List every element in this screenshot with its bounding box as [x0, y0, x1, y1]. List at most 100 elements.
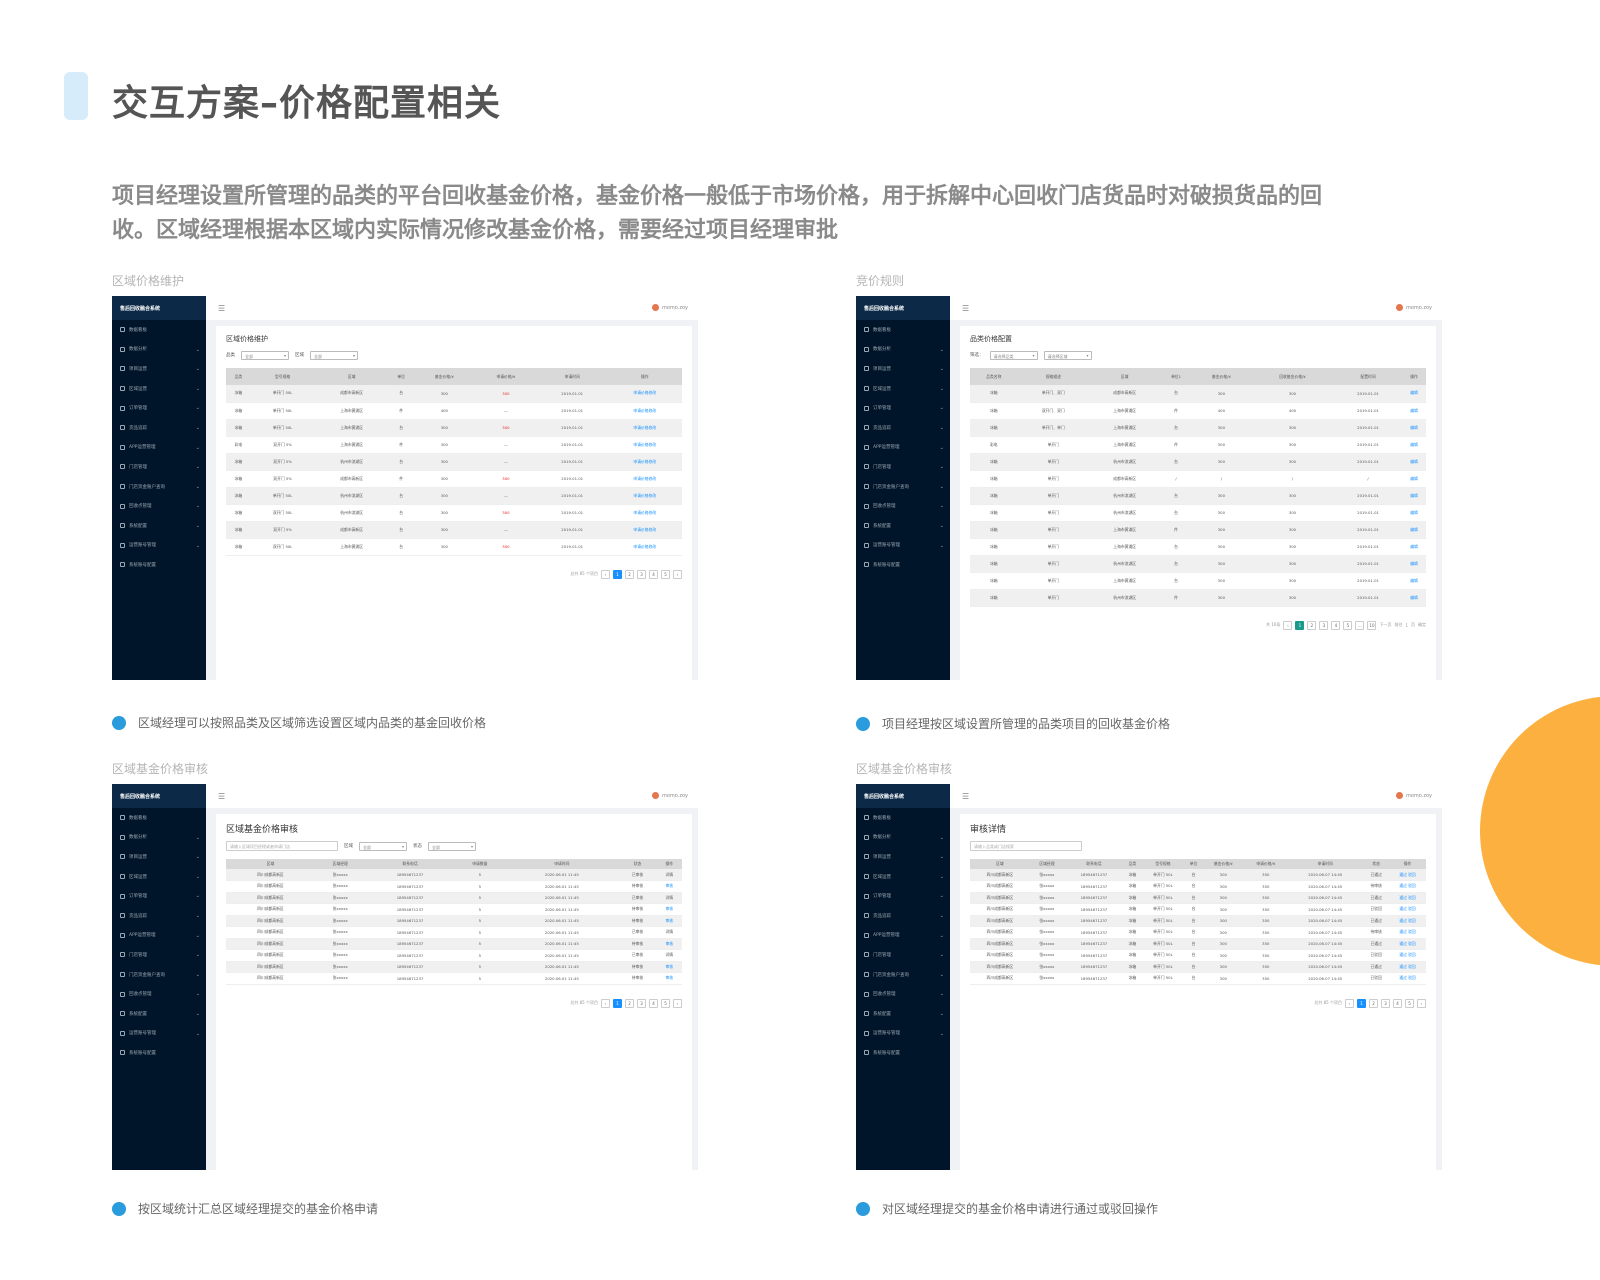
- sidebar-item[interactable]: 门店资金账户查询 ⌄: [856, 965, 950, 985]
- pager-extra[interactable]: 确定: [1418, 622, 1426, 628]
- row-action-link[interactable]: 编辑: [1402, 538, 1426, 556]
- sidebar-item[interactable]: 数据分析 ⌄: [112, 340, 206, 360]
- sidebar-item[interactable]: 订单管理 ⌄: [112, 886, 206, 906]
- sidebar-item[interactable]: APP运营管理 ⌄: [856, 438, 950, 458]
- filter-select[interactable]: 请选择品类: [989, 350, 1038, 360]
- sidebar-item[interactable]: 运营账号管理 ⌄: [112, 536, 206, 556]
- filter-select[interactable]: 全部: [428, 841, 476, 851]
- row-action-link[interactable]: 通过 驳回: [1389, 938, 1426, 950]
- row-action-link[interactable]: 申请价格修改: [607, 538, 682, 556]
- sidebar-item[interactable]: 项目运营 ⌄: [112, 847, 206, 867]
- row-action-link[interactable]: 详情: [656, 926, 682, 939]
- row-action-link[interactable]: 通过 驳回: [1389, 869, 1426, 881]
- page-button[interactable]: 2: [1369, 998, 1378, 1008]
- page-button[interactable]: 5: [661, 569, 670, 579]
- sidebar-item[interactable]: 数据看板: [856, 808, 950, 828]
- row-action-link[interactable]: 编辑: [1402, 385, 1426, 403]
- row-action-link[interactable]: 审核: [656, 972, 682, 985]
- row-action-link[interactable]: 审核: [656, 938, 682, 950]
- row-action-link[interactable]: 编辑: [1402, 436, 1426, 454]
- sidebar-item[interactable]: 订单管理 ⌄: [856, 886, 950, 906]
- page-button[interactable]: 3: [637, 569, 646, 579]
- sidebar-item[interactable]: 系统配置 ⌄: [112, 516, 206, 536]
- row-action-link[interactable]: 审核: [656, 915, 682, 927]
- sidebar-item[interactable]: 回收点管理 ⌄: [112, 496, 206, 516]
- page-button[interactable]: 2: [1307, 620, 1317, 630]
- menu-toggle-icon[interactable]: ☰: [218, 304, 225, 313]
- page-button[interactable]: 4: [1393, 998, 1402, 1008]
- sidebar-item[interactable]: 系统配置 ⌄: [856, 516, 950, 536]
- row-action-link[interactable]: 申请价格修改: [607, 470, 682, 488]
- row-action-link[interactable]: 申请价格修改: [607, 487, 682, 505]
- row-action-link[interactable]: 申请价格修改: [607, 385, 682, 403]
- prev-page-button[interactable]: ‹: [1283, 620, 1293, 630]
- sidebar-item[interactable]: 系统账号配置: [112, 1043, 206, 1063]
- row-action-link[interactable]: 申请价格修改: [607, 419, 682, 437]
- sidebar-item[interactable]: 运营账号管理 ⌄: [856, 536, 950, 556]
- sidebar-item[interactable]: 门店管理 ⌄: [112, 457, 206, 477]
- row-action-link[interactable]: 编辑: [1402, 470, 1426, 488]
- sidebar-item[interactable]: 项目运营 ⌄: [856, 847, 950, 867]
- pager-extra[interactable]: 前往: [1394, 622, 1402, 628]
- sidebar-item[interactable]: 区域运营 ⌄: [856, 867, 950, 887]
- row-action-link[interactable]: 通过 驳回: [1389, 949, 1426, 962]
- page-button[interactable]: 1: [1295, 620, 1305, 630]
- filter-select[interactable]: 全部: [241, 350, 289, 360]
- page-button[interactable]: 1: [613, 569, 622, 579]
- sidebar-item[interactable]: APP运营管理 ⌄: [112, 438, 206, 458]
- row-action-link[interactable]: 详情: [656, 949, 682, 962]
- sidebar-item[interactable]: 数据看板: [112, 320, 206, 340]
- sidebar-item[interactable]: 数据分析 ⌄: [856, 340, 950, 360]
- sidebar-item[interactable]: 区域运营 ⌄: [112, 379, 206, 399]
- sidebar-item[interactable]: 数据分析 ⌄: [112, 828, 206, 848]
- filter-select[interactable]: 全部: [310, 350, 358, 360]
- pager-extra[interactable]: 下一页: [1379, 622, 1391, 628]
- row-action-link[interactable]: 通过 驳回: [1389, 892, 1426, 904]
- sidebar-item[interactable]: 门店资金账户查询 ⌄: [112, 477, 206, 497]
- next-page-button[interactable]: ›: [1417, 998, 1426, 1008]
- row-action-link[interactable]: 审核: [656, 961, 682, 973]
- filter-select[interactable]: 请选择区域: [1043, 350, 1092, 360]
- sidebar-item[interactable]: 项目运营 ⌄: [856, 359, 950, 379]
- search-input[interactable]: 请输入品类或门店搜索: [970, 841, 1082, 851]
- row-action-link[interactable]: 通过 驳回: [1389, 972, 1426, 985]
- row-action-link[interactable]: 申请价格修改: [607, 436, 682, 454]
- sidebar-item[interactable]: 货品追踪 ⌄: [856, 418, 950, 438]
- page-button[interactable]: 3: [637, 998, 646, 1008]
- sidebar-item[interactable]: 系统账号配置: [856, 1043, 950, 1063]
- sidebar-item[interactable]: 数据分析 ⌄: [856, 828, 950, 848]
- sidebar-item[interactable]: 门店管理 ⌄: [112, 945, 206, 965]
- page-button[interactable]: 1: [613, 998, 622, 1008]
- sidebar-item[interactable]: 门店管理 ⌄: [856, 457, 950, 477]
- row-action-link[interactable]: 通过 驳回: [1389, 961, 1426, 973]
- page-button[interactable]: 3: [1381, 998, 1390, 1008]
- pager-extra[interactable]: 1: [1405, 623, 1408, 628]
- page-button[interactable]: 4: [1331, 620, 1341, 630]
- row-action-link[interactable]: 编辑: [1402, 504, 1426, 522]
- menu-toggle-icon[interactable]: ☰: [962, 304, 969, 313]
- page-button[interactable]: 5: [661, 998, 670, 1008]
- sidebar-item[interactable]: 系统账号配置: [856, 555, 950, 575]
- row-action-link[interactable]: 编辑: [1402, 521, 1426, 539]
- row-action-link[interactable]: 通过 驳回: [1389, 880, 1426, 893]
- page-button[interactable]: 4: [649, 998, 658, 1008]
- row-action-link[interactable]: 编辑: [1402, 555, 1426, 573]
- sidebar-item[interactable]: APP运营管理 ⌄: [112, 926, 206, 946]
- sidebar-item[interactable]: 区域运营 ⌄: [856, 379, 950, 399]
- row-action-link[interactable]: 编辑: [1402, 453, 1426, 471]
- sidebar-item[interactable]: 运营账号管理 ⌄: [856, 1024, 950, 1044]
- row-action-link[interactable]: 通过 驳回: [1389, 926, 1426, 939]
- search-input[interactable]: 请输入区域项目经理或者申请门店: [226, 841, 338, 851]
- sidebar-item[interactable]: 货品追踪 ⌄: [112, 906, 206, 926]
- row-action-link[interactable]: 申请价格修改: [607, 453, 682, 471]
- page-button[interactable]: 10: [1367, 620, 1377, 630]
- sidebar-item[interactable]: 货品追踪 ⌄: [112, 418, 206, 438]
- sidebar-item[interactable]: 回收点管理 ⌄: [112, 984, 206, 1004]
- row-action-link[interactable]: 编辑: [1402, 487, 1426, 505]
- sidebar-item[interactable]: 系统账号配置: [112, 555, 206, 575]
- next-page-button[interactable]: ›: [673, 569, 682, 579]
- sidebar-item[interactable]: 项目运营 ⌄: [112, 359, 206, 379]
- row-action-link[interactable]: 编辑: [1402, 572, 1426, 590]
- row-action-link[interactable]: 详情: [656, 892, 682, 904]
- row-action-link[interactable]: 申请价格修改: [607, 521, 682, 539]
